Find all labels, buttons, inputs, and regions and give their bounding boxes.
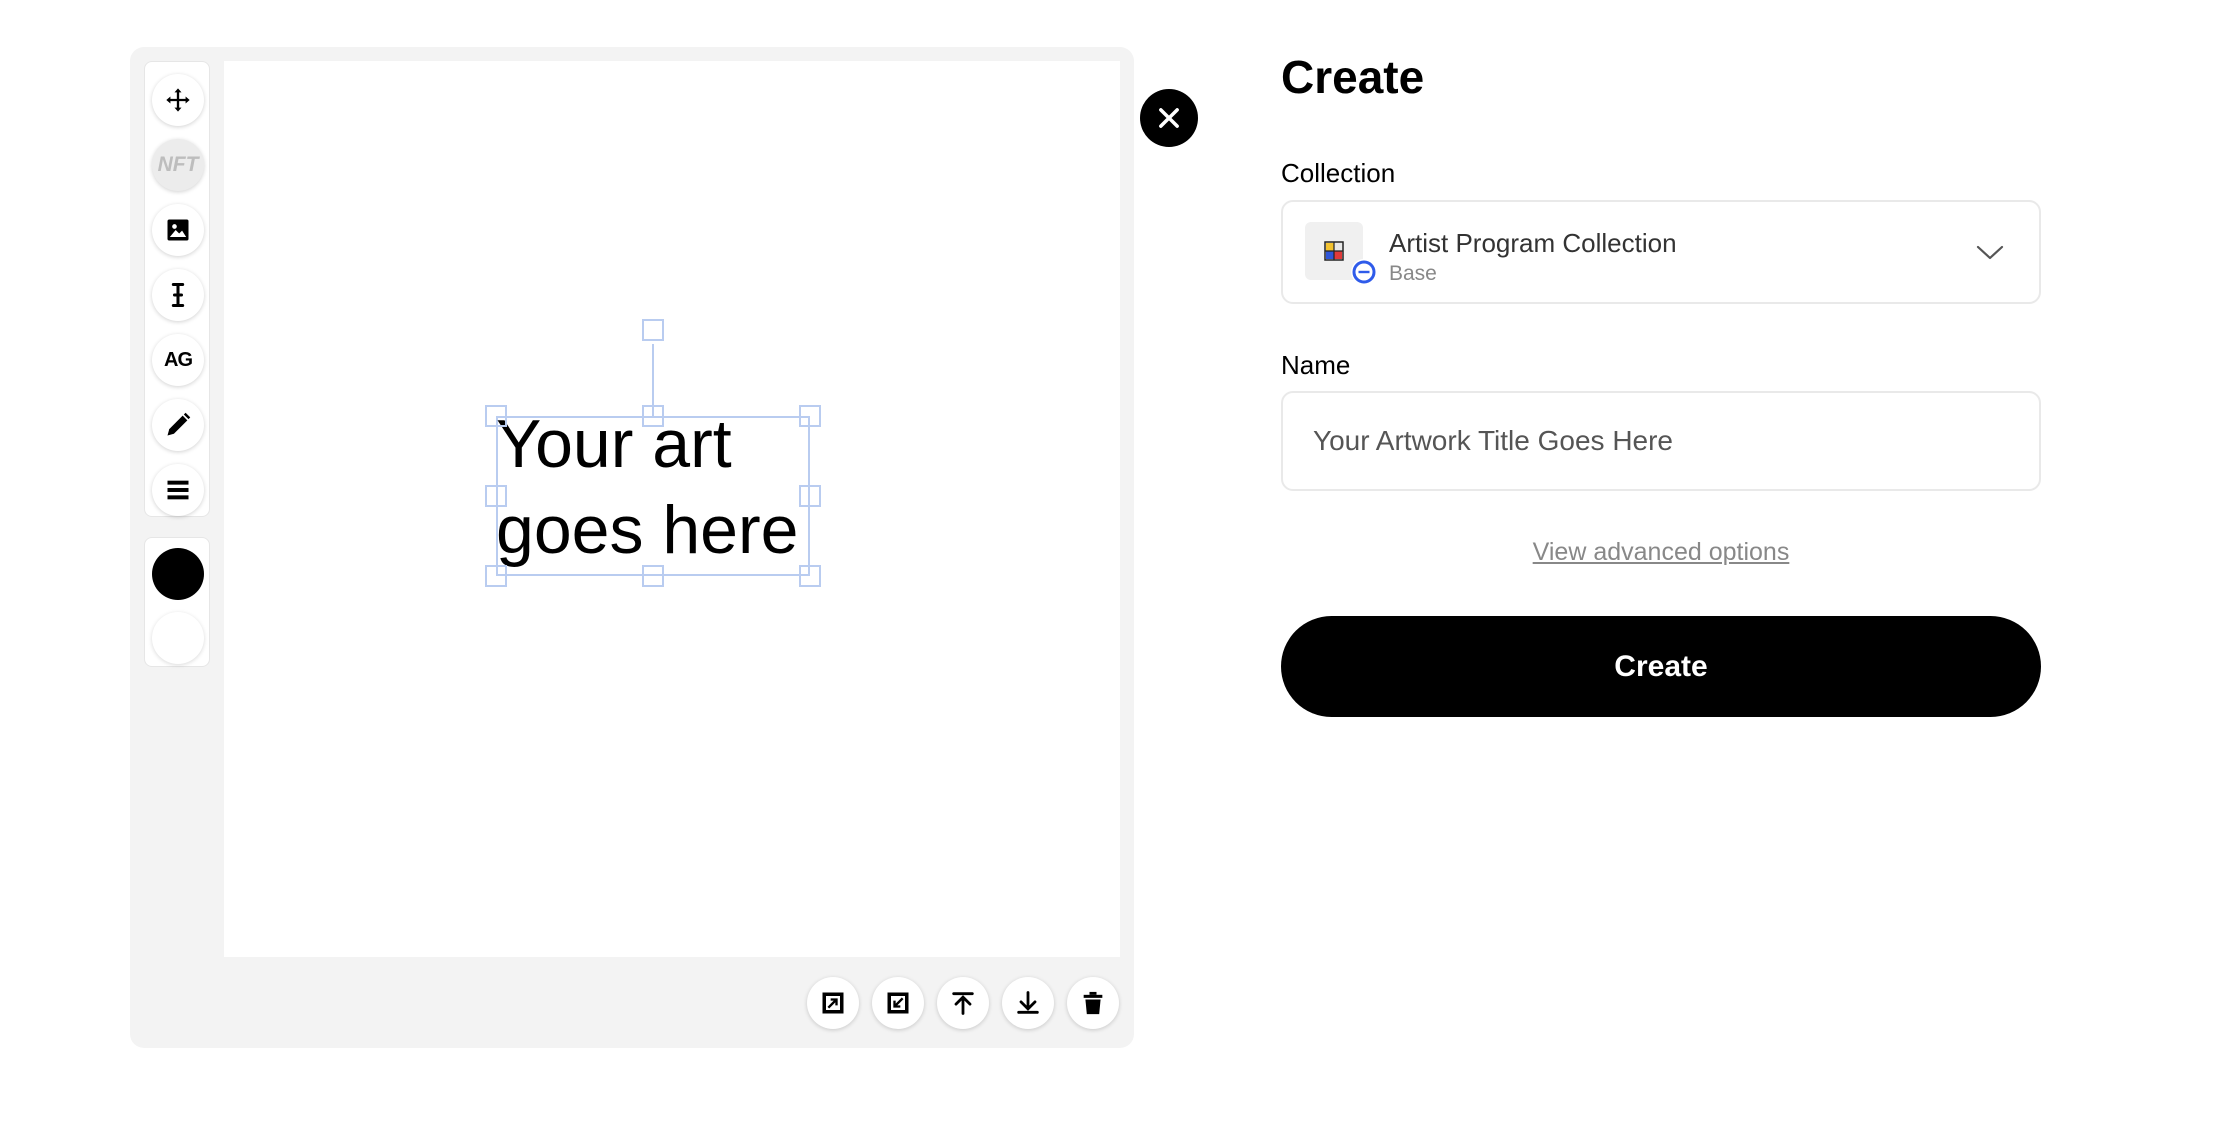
send-to-back-icon [1017,991,1039,1014]
resize-handle-right[interactable] [799,485,821,507]
bring-forward-icon [822,992,844,1014]
artwork-editor: NFT AG Your art goes here [130,47,1198,1048]
move-tool-button[interactable] [152,74,204,126]
text-cursor-icon [171,282,185,308]
image-tool-button[interactable] [152,204,204,256]
close-button[interactable] [1140,89,1198,147]
tool-palette: NFT AG [144,61,210,517]
create-button[interactable]: Create [1281,616,2041,717]
collection-name: Artist Program Collection [1389,228,1677,258]
resize-handle-top[interactable] [642,405,664,427]
name-input[interactable] [1281,391,2041,491]
send-to-back-button[interactable] [1002,977,1054,1029]
primary-color-swatch[interactable] [152,548,204,600]
advanced-options-link[interactable]: View advanced options [1281,538,2041,567]
font-icon: AG [164,348,193,371]
name-label: Name [1281,350,1351,380]
bring-forward-button[interactable] [807,977,859,1029]
canvas-text[interactable]: Your art goes here [496,401,836,573]
font-tool-button[interactable]: AG [152,334,204,386]
resize-handle-bottom-right[interactable] [799,565,821,587]
collection-chain: Base [1389,262,1437,285]
bring-to-front-icon [952,992,974,1015]
delete-button[interactable] [1067,977,1119,1029]
collection-label: Collection [1281,158,1396,188]
color-palette [144,537,210,667]
nft-icon: NFT [157,153,199,176]
image-icon [167,219,189,241]
draw-tool-button[interactable] [152,399,204,451]
resize-handle-top-left[interactable] [485,405,507,427]
bring-to-front-button[interactable] [937,977,989,1029]
resize-handle-top-right[interactable] [799,405,821,427]
rotate-handle[interactable] [642,319,664,341]
canvas-text-line-2: goes here [496,492,799,568]
menu-icon [167,480,189,500]
layers-tool-button[interactable] [152,464,204,516]
resize-handle-bottom[interactable] [642,565,664,587]
page-title: Create [1281,51,1425,103]
canvas-text-line-1: Your art [496,406,732,482]
base-chain-icon [1352,260,1376,284]
pencil-icon [167,412,191,436]
text-tool-button[interactable] [152,269,204,321]
chevron-down-icon [1976,245,2004,260]
resize-handle-bottom-left[interactable] [485,565,507,587]
collection-select[interactable]: Artist Program Collection Base [1281,200,2041,304]
resize-handle-left[interactable] [485,485,507,507]
trash-icon [1083,991,1103,1015]
send-backward-button[interactable] [872,977,924,1029]
send-backward-icon [887,992,909,1014]
artwork-canvas[interactable]: Your art goes here [224,61,1198,957]
close-icon [1159,108,1179,128]
secondary-color-swatch[interactable] [152,612,204,664]
nft-tool-button[interactable]: NFT [152,139,204,191]
base-chain-badge [1351,259,1377,285]
move-icon [166,88,190,112]
